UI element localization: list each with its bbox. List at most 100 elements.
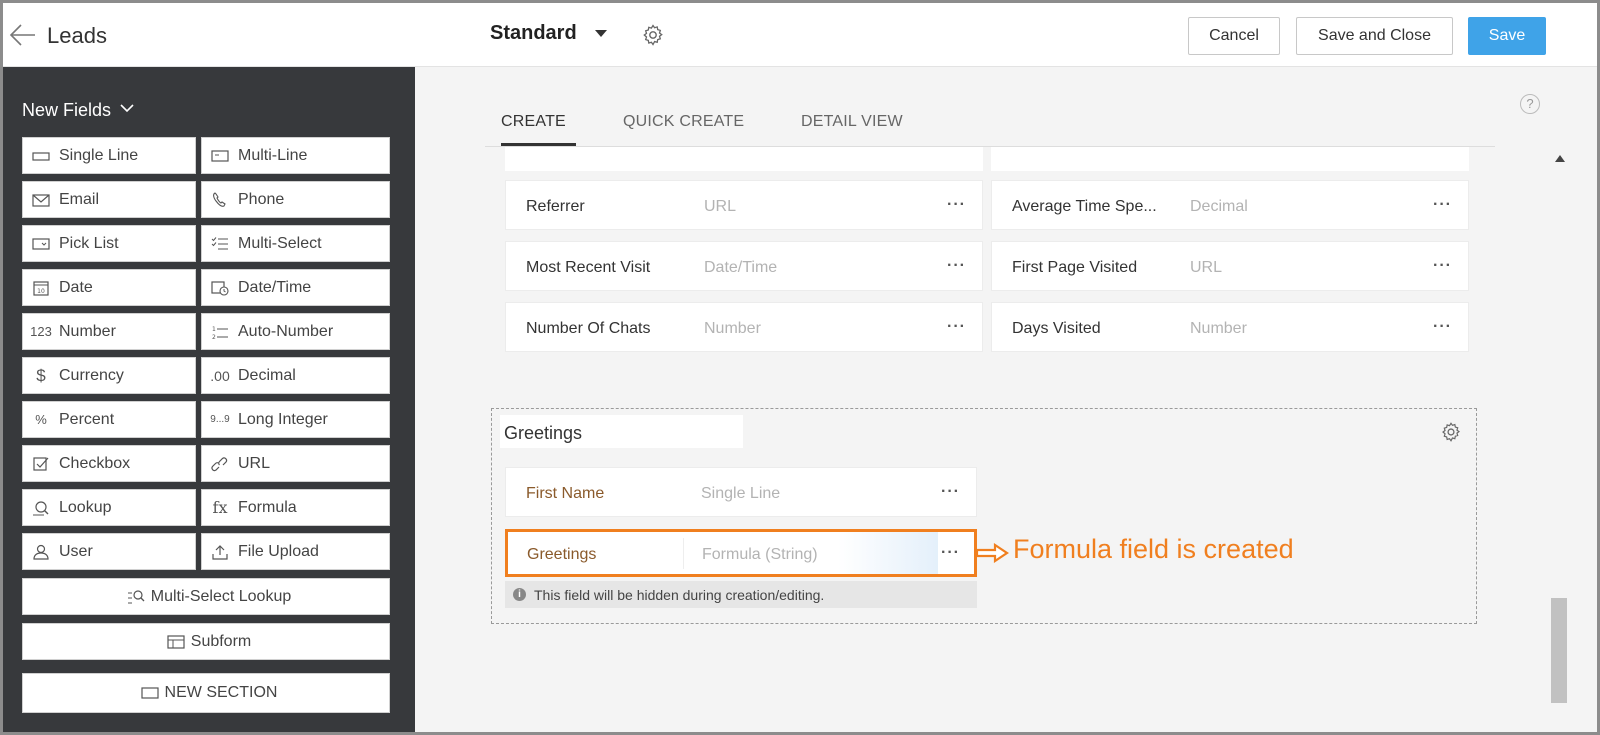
svg-text:2: 2 — [212, 334, 216, 340]
info-icon: i — [513, 588, 526, 601]
field-label: Date — [59, 278, 93, 296]
field-card-referrer[interactable]: Referrer URL ··· — [505, 180, 983, 230]
field-lookup[interactable]: Lookup — [22, 489, 196, 526]
more-options-icon[interactable]: ··· — [947, 257, 966, 275]
save-button[interactable]: Save — [1468, 17, 1546, 55]
field-number[interactable]: 123 Number — [22, 313, 196, 350]
field-user[interactable]: User — [22, 533, 196, 570]
field-label: User — [59, 542, 93, 560]
field-card-number-of-chats[interactable]: Number Of Chats Number ··· — [505, 302, 983, 352]
field-card-most-recent-visit[interactable]: Most Recent Visit Date/Time ··· — [505, 241, 983, 291]
cancel-button[interactable]: Cancel — [1188, 17, 1280, 55]
field-single-line[interactable]: Single Line — [22, 137, 196, 174]
more-options-icon[interactable]: ··· — [947, 196, 966, 214]
field-pick-list[interactable]: Pick List — [22, 225, 196, 262]
field-name: First Name — [526, 485, 605, 502]
field-card-days-visited[interactable]: Days Visited Number ··· — [991, 302, 1469, 352]
field-currency[interactable]: $ Currency — [22, 357, 196, 394]
field-checkbox[interactable]: Checkbox — [22, 445, 196, 482]
layout-name[interactable]: Standard — [490, 22, 577, 45]
field-label: Email — [59, 190, 100, 208]
chevron-down-icon[interactable] — [120, 103, 134, 113]
field-label: Formula — [238, 498, 297, 516]
currency-icon: $ — [36, 365, 46, 385]
field-card-first-page-visited[interactable]: First Page Visited URL ··· — [991, 241, 1469, 291]
field-card-greetings-formula[interactable]: Greetings Formula (String) ··· — [505, 529, 977, 577]
field-type: URL — [1190, 259, 1223, 276]
more-options-icon[interactable]: ··· — [941, 544, 960, 562]
field-label: Checkbox — [59, 454, 131, 472]
field-phone[interactable]: Phone — [201, 181, 390, 218]
picklist-icon — [23, 236, 59, 252]
field-file-upload[interactable]: File Upload — [201, 533, 390, 570]
section-settings-gear-icon[interactable] — [1440, 421, 1462, 443]
field-long-integer[interactable]: 9...9 Long Integer — [201, 401, 390, 438]
tab-create[interactable]: CREATE — [501, 113, 566, 131]
field-name: Number Of Chats — [526, 320, 651, 337]
field-type: Date/Time — [704, 259, 778, 276]
greetings-section: Greetings First Name Single Line ··· Gre… — [491, 408, 1477, 624]
field-label: Long Integer — [238, 410, 328, 428]
layout-editor: ? CREATE QUICK CREATE DETAIL VIEW Referr… — [415, 67, 1597, 732]
file-upload-icon — [202, 544, 238, 560]
field-name: Average Time Spe... — [1012, 198, 1157, 215]
new-section-button[interactable]: NEW SECTION — [22, 673, 390, 713]
field-date[interactable]: 10 Date — [22, 269, 196, 306]
subform-icon — [161, 634, 191, 650]
field-label: Number — [59, 322, 116, 340]
field-auto-number[interactable]: 12 Auto-Number — [201, 313, 390, 350]
field-label: Single Line — [59, 146, 139, 164]
field-type: Decimal — [1190, 198, 1248, 215]
field-label: Multi-Select Lookup — [150, 587, 292, 605]
field-card-average-time-spent[interactable]: Average Time Spe... Decimal ··· — [991, 180, 1469, 230]
checkbox-icon — [23, 456, 59, 472]
back-arrow-icon[interactable] — [9, 23, 37, 47]
tab-quick-create[interactable]: QUICK CREATE — [623, 113, 744, 131]
more-options-icon[interactable]: ··· — [1433, 257, 1452, 275]
more-options-icon[interactable]: ··· — [941, 483, 960, 501]
field-multi-line[interactable]: Multi-Line — [201, 137, 390, 174]
more-options-icon[interactable]: ··· — [1433, 318, 1452, 336]
field-decimal[interactable]: .00 Decimal — [201, 357, 390, 394]
field-subform[interactable]: Subform — [22, 623, 390, 660]
new-fields-sidebar: New Fields Single Line Multi-Line Email … — [3, 67, 415, 732]
clipped-field-row — [991, 147, 1469, 171]
field-name: First Page Visited — [1012, 259, 1138, 276]
top-bar: Leads Standard Cancel Save and Close Sav… — [3, 3, 1597, 67]
field-email[interactable]: Email — [22, 181, 196, 218]
field-type: Single Line — [701, 485, 781, 502]
field-percent[interactable]: % Percent — [22, 401, 196, 438]
field-label: Pick List — [59, 234, 119, 252]
field-label: Subform — [190, 632, 252, 650]
new-fields-heading[interactable]: New Fields — [22, 100, 111, 121]
tab-detail-view[interactable]: DETAIL VIEW — [801, 113, 903, 131]
field-card-first-name[interactable]: First Name Single Line ··· — [505, 467, 977, 517]
more-options-icon[interactable]: ··· — [1433, 196, 1452, 214]
field-multi-select-lookup[interactable]: Multi-Select Lookup — [22, 578, 390, 615]
more-options-icon[interactable]: ··· — [947, 318, 966, 336]
field-multi-select[interactable]: Multi-Select — [201, 225, 390, 262]
hint-text: This field will be hidden during creatio… — [534, 586, 825, 603]
field-date-time[interactable]: Date/Time — [201, 269, 390, 306]
phone-icon — [202, 191, 238, 208]
save-and-close-button[interactable]: Save and Close — [1296, 17, 1453, 55]
field-url[interactable]: URL — [201, 445, 390, 482]
user-icon — [23, 544, 59, 560]
scroll-up-arrow-icon[interactable] — [1555, 155, 1565, 162]
formula-icon: fx — [212, 498, 228, 517]
layout-dropdown-caret-icon[interactable] — [595, 30, 607, 37]
long-integer-icon: 9...9 — [210, 414, 230, 425]
section-icon — [135, 685, 165, 701]
number-icon: 123 — [30, 324, 52, 339]
scrollbar-thumb[interactable] — [1551, 598, 1567, 703]
multi-line-icon — [202, 148, 238, 164]
lookup-icon — [23, 500, 59, 516]
decimal-icon: .00 — [210, 367, 230, 384]
url-icon — [202, 456, 238, 472]
field-label: Auto-Number — [238, 322, 334, 340]
field-name: Greetings — [527, 546, 597, 563]
help-icon[interactable]: ? — [1520, 94, 1540, 114]
multi-select-lookup-icon — [121, 589, 151, 605]
layout-settings-gear-icon[interactable] — [641, 23, 665, 47]
field-formula[interactable]: fx Formula — [201, 489, 390, 526]
